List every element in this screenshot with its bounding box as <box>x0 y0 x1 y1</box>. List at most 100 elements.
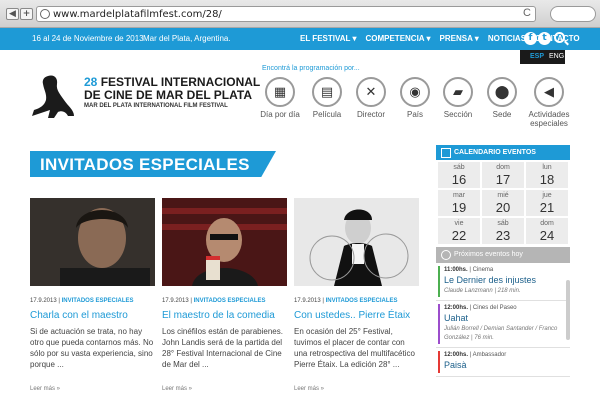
map-pin-icon[interactable]: ⬤ <box>487 77 517 107</box>
clapperboard-icon[interactable]: ▰ <box>443 77 473 107</box>
day-of-week: sáb <box>453 164 465 171</box>
nav-el-festival[interactable]: EL FESTIVAL ▾ <box>300 34 356 43</box>
language-switch: ESP ENG <box>520 50 565 64</box>
facebook-icon[interactable]: f <box>524 32 537 45</box>
day-number: 21 <box>539 200 555 215</box>
card-date: 17.9.2013 <box>294 298 321 304</box>
event-duration: 76 min. <box>474 335 494 341</box>
card-description: Los cinéfilos están de parabienes. John … <box>162 327 283 369</box>
address-bar[interactable]: www.mardelplatafilmfest.com/28/ C <box>36 6 536 22</box>
calendar-day[interactable]: vie 22 <box>438 218 480 244</box>
event-time: 11:00hs. <box>444 267 468 273</box>
filter-label: Día por día <box>260 110 300 119</box>
search-icon[interactable] <box>554 32 565 43</box>
day-number: 23 <box>495 228 511 243</box>
day-number: 19 <box>451 200 467 215</box>
festival-title-line2: DE CINE DE MAR DEL PLATA <box>84 88 253 102</box>
festival-edition-number: 28 <box>84 75 98 89</box>
events-calendar: CALENDARIO EVENTOS sáb 16 dom 17 lun 18 mar… <box>436 145 570 377</box>
event-item[interactable]: 12:00hs. | Cines del Paseo Uahat Julián … <box>436 301 570 348</box>
calendar-icon[interactable]: ▦ <box>265 77 295 107</box>
card-meta: 17.9.2013 | INVITADOS ESPECIALES <box>162 298 266 304</box>
day-number: 17 <box>495 172 511 187</box>
back-button[interactable]: ◀ <box>6 8 19 20</box>
festival-subtitle: MAR DEL PLATA INTERNATIONAL FILM FESTIVA… <box>84 103 228 109</box>
reload-icon[interactable]: C <box>523 7 531 19</box>
card-category[interactable]: INVITADOS ESPECIALES <box>326 298 398 304</box>
event-color-bar <box>438 351 440 373</box>
read-more-link[interactable]: Leer más » <box>294 386 419 392</box>
day-of-week: dom <box>496 164 510 171</box>
calendar-day[interactable]: jue 21 <box>526 190 568 216</box>
calendar-title: CALENDARIO EVENTOS <box>436 145 570 160</box>
day-of-week: jue <box>542 192 552 199</box>
calendar-day[interactable]: dom 17 <box>482 162 524 188</box>
director-chair-icon[interactable]: ✕ <box>356 77 386 107</box>
calendar-day[interactable]: lun 18 <box>526 162 568 188</box>
filter-label: Sección <box>443 110 473 119</box>
news-card[interactable]: 17.9.2013 | INVITADOS ESPECIALES Charla … <box>30 198 155 392</box>
day-of-week: mié <box>497 192 509 199</box>
news-card[interactable]: 17.9.2013 | INVITADOS ESPECIALES Con ust… <box>294 198 419 392</box>
filter-label: Director <box>356 110 385 119</box>
day-of-week: lun <box>542 164 552 171</box>
portrait-image <box>294 198 419 286</box>
filter-label: Sede <box>492 110 512 119</box>
event-item[interactable]: 12:00hs. | Ambassador Paisà <box>436 348 570 377</box>
section-title-banner: INVITADOS ESPECIALES <box>30 151 276 177</box>
filter-label: Actividades especiales <box>528 110 570 128</box>
film-icon[interactable]: ▤ <box>312 77 342 107</box>
read-more-link[interactable]: Leer más » <box>30 386 155 392</box>
card-title[interactable]: Con ustedes.. Pierre Étaix <box>294 310 419 321</box>
calendar-day[interactable]: dom 24 <box>526 218 568 244</box>
calendar-day[interactable]: mar 19 <box>438 190 480 216</box>
add-tab-button[interactable]: + <box>20 8 33 20</box>
sea-lion-logo[interactable] <box>30 72 76 120</box>
card-title[interactable]: El maestro de la comedia <box>162 310 287 321</box>
card-category[interactable]: INVITADOS ESPECIALES <box>194 298 266 304</box>
twitter-icon[interactable]: t <box>538 32 551 45</box>
card-meta: 17.9.2013 | INVITADOS ESPECIALES <box>294 298 398 304</box>
event-time: 12:00hs. <box>444 305 469 311</box>
nav-noticias[interactable]: NOTICIAS <box>488 34 526 43</box>
day-of-week: vie <box>454 220 464 227</box>
event-people: Julián Borrell / Demian Santander / Fran… <box>444 326 558 341</box>
event-name[interactable]: Uahat <box>444 313 570 323</box>
section-title: INVITADOS ESPECIALES <box>40 155 250 174</box>
card-category[interactable]: INVITADOS ESPECIALES <box>62 298 134 304</box>
news-card[interactable]: 17.9.2013 | INVITADOS ESPECIALES El maes… <box>162 198 287 392</box>
globe-icon[interactable]: ◉ <box>400 77 430 107</box>
calendar-day[interactable]: sáb 23 <box>482 218 524 244</box>
event-place: Cines del Paseo <box>472 305 517 311</box>
read-more-link[interactable]: Leer más » <box>162 386 287 392</box>
day-number: 16 <box>451 172 467 187</box>
browser-search-field[interactable] <box>550 6 596 22</box>
programacion-prompt: Encontrá la programación por... <box>262 65 360 72</box>
card-date: 17.9.2013 <box>30 298 57 304</box>
megaphone-icon[interactable]: ◀ <box>534 77 564 107</box>
filter-label: Película <box>312 110 342 119</box>
card-title[interactable]: Charla con el maestro <box>30 310 155 321</box>
nav-prensa[interactable]: PRENSA ▾ <box>440 34 479 43</box>
card-description: Si de actuación se trata, no hay otro qu… <box>30 327 154 369</box>
card-photo[interactable] <box>294 198 419 286</box>
day-of-week: mar <box>452 192 466 199</box>
card-photo[interactable] <box>30 198 155 286</box>
events-scrollbar[interactable] <box>566 280 570 340</box>
card-photo[interactable] <box>162 198 287 286</box>
day-number: 18 <box>539 172 555 187</box>
calendar-day[interactable]: sáb 16 <box>438 162 480 188</box>
event-item[interactable]: 11:00hs. | Cinema Le Dernier des injuste… <box>436 263 570 301</box>
event-name[interactable]: Le Dernier des injustes <box>444 275 570 285</box>
event-place: Ambassador <box>472 352 507 358</box>
nav-competencia[interactable]: COMPETENCIA ▾ <box>365 34 430 43</box>
festival-place: Mar del Plata, Argentina. <box>143 34 231 43</box>
portrait-image <box>162 198 287 286</box>
event-duration: 218 min. <box>497 288 521 294</box>
event-name[interactable]: Paisà <box>444 360 570 370</box>
lang-eng[interactable]: ENG <box>549 53 564 64</box>
festival-dates: 16 al 24 de Noviembre de 2013 <box>32 34 144 43</box>
calendar-day[interactable]: mié 20 <box>482 190 524 216</box>
card-date: 17.9.2013 <box>162 298 189 304</box>
lang-esp[interactable]: ESP <box>530 53 544 64</box>
